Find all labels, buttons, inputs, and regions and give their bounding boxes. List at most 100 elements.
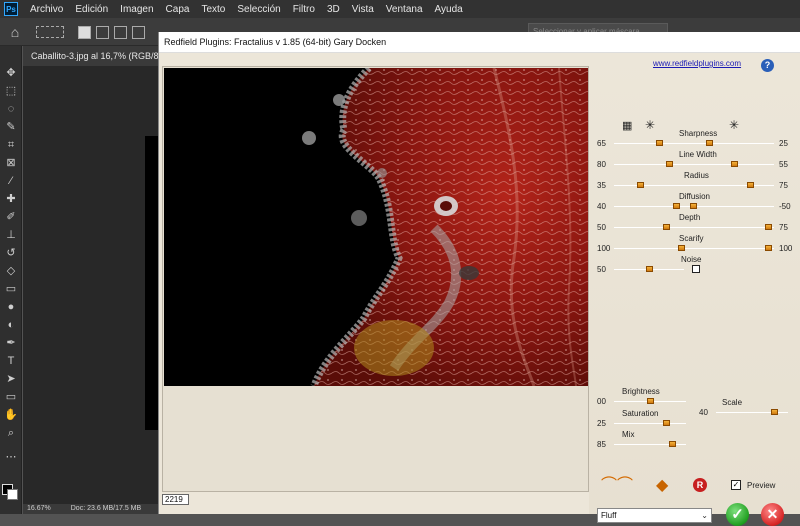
path-select-tool-icon[interactable]: ➤ xyxy=(3,372,19,386)
reset-r-icon[interactable]: R xyxy=(693,478,707,492)
arches-preset-icon[interactable]: ⌒⌒ xyxy=(601,478,633,494)
preview-label: Preview xyxy=(747,481,776,490)
scarify-right-slider-track[interactable] xyxy=(686,248,774,249)
add-selection-mode-icon[interactable] xyxy=(96,26,109,39)
line-width-label: Line Width xyxy=(679,150,717,159)
pen-tool-icon[interactable]: ✒ xyxy=(3,336,19,350)
marquee-tool-preset-icon[interactable] xyxy=(36,26,64,38)
menu-capa[interactable]: Capa xyxy=(160,4,196,15)
radius-right-slider-thumb[interactable] xyxy=(746,182,754,188)
zoom-value-field[interactable]: 2219 xyxy=(162,494,189,505)
menu-filtro[interactable]: Filtro xyxy=(287,4,321,15)
hand-tool-icon[interactable]: ✋ xyxy=(3,408,19,422)
menu-edicion[interactable]: Edición xyxy=(69,4,114,15)
preview-panel xyxy=(162,66,589,492)
preview-image[interactable] xyxy=(164,68,588,386)
menu-3d[interactable]: 3D xyxy=(321,4,346,15)
more-tools-icon[interactable]: ⋯ xyxy=(3,450,19,464)
clone-stamp-tool-icon[interactable]: ⊥ xyxy=(3,228,19,242)
cancel-button[interactable]: ✕ xyxy=(761,503,784,526)
website-link[interactable]: www.redfieldplugins.com xyxy=(653,59,741,68)
grid-pattern-icon[interactable]: ▦ xyxy=(622,120,632,132)
menu-imagen[interactable]: Imagen xyxy=(114,4,159,15)
diffusion-left-slider-thumb[interactable] xyxy=(672,203,680,209)
preset-select[interactable]: Fluff ⌄ xyxy=(597,508,712,523)
sharpness-right-slider-track[interactable] xyxy=(686,143,774,144)
menu-bar: Ps Archivo Edición Imagen Capa Texto Sel… xyxy=(0,0,800,18)
eyedropper-tool-icon[interactable]: ⁄ xyxy=(3,174,19,188)
scale-slider-thumb[interactable] xyxy=(771,409,779,415)
mix-slider-thumb[interactable] xyxy=(669,441,677,447)
rectangle-tool-icon[interactable]: ▭ xyxy=(3,390,19,404)
diffusion-label: Diffusion xyxy=(679,192,710,201)
sharpness-left-slider-thumb[interactable] xyxy=(656,140,664,146)
sharpness-right-slider-thumb[interactable] xyxy=(706,140,714,146)
scarify-right-value: 100 xyxy=(779,244,793,253)
noise-toggle-icon[interactable] xyxy=(692,265,700,273)
radius-left-value: 35 xyxy=(597,181,606,190)
move-tool-icon[interactable]: ✥ xyxy=(3,66,19,80)
preview-checkbox[interactable]: ✓ xyxy=(731,480,741,490)
noise-left-slider-thumb[interactable] xyxy=(645,266,653,272)
marquee-tool-icon[interactable]: ⬚ xyxy=(3,84,19,98)
crop-tool-icon[interactable]: ⌗ xyxy=(3,138,19,152)
eraser-tool-icon[interactable]: ◇ xyxy=(3,264,19,278)
help-icon[interactable]: ? xyxy=(761,59,774,72)
scarify-right-slider-thumb[interactable] xyxy=(765,245,773,251)
background-color-swatch[interactable] xyxy=(7,489,18,500)
radius-left-slider-thumb[interactable] xyxy=(636,182,644,188)
saturation-slider-thumb[interactable] xyxy=(662,420,670,426)
frame-tool-icon[interactable]: ⊠ xyxy=(3,156,19,170)
depth-right-slider-thumb[interactable] xyxy=(765,224,773,230)
status-doc-size: Doc: 23.6 MB/17.5 MB xyxy=(70,505,142,512)
new-selection-mode-icon[interactable] xyxy=(78,26,91,39)
diffusion-right-slider-track[interactable] xyxy=(686,206,774,207)
dodge-tool-icon[interactable]: ◐ xyxy=(3,318,19,332)
menu-archivo[interactable]: Archivo xyxy=(24,4,69,15)
type-tool-icon[interactable]: T xyxy=(3,354,19,368)
diffusion-left-value: 40 xyxy=(597,202,606,211)
status-zoom: 16.67% xyxy=(27,505,51,512)
menu-ayuda[interactable]: Ayuda xyxy=(429,4,469,15)
diffusion-right-slider-thumb[interactable] xyxy=(690,203,698,209)
depth-label: Depth xyxy=(679,213,701,222)
intersect-selection-mode-icon[interactable] xyxy=(132,26,145,39)
menu-texto[interactable]: Texto xyxy=(195,4,231,15)
menu-vista[interactable]: Vista xyxy=(346,4,380,15)
saturation-slider-track[interactable] xyxy=(614,423,686,424)
radius-right-slider-track[interactable] xyxy=(686,185,774,186)
scarify-left-slider-thumb[interactable] xyxy=(677,245,685,251)
radius-left-slider-track[interactable] xyxy=(614,185,686,186)
blur-tool-icon[interactable]: ● xyxy=(3,300,19,314)
menu-seleccion[interactable]: Selección xyxy=(231,4,286,15)
scarify-left-slider-track[interactable] xyxy=(614,248,686,249)
subtract-selection-mode-icon[interactable] xyxy=(114,26,127,39)
history-brush-tool-icon[interactable]: ↺ xyxy=(3,246,19,260)
brightness-slider-thumb[interactable] xyxy=(646,398,654,404)
burst-pattern-icon[interactable]: ✳ xyxy=(645,119,655,131)
line-width-left-value: 80 xyxy=(597,160,606,169)
brightness-label: Brightness xyxy=(622,387,660,396)
quick-select-tool-icon[interactable]: ✎ xyxy=(3,120,19,134)
line-width-left-slider-track[interactable] xyxy=(614,164,686,165)
depth-left-slider-thumb[interactable] xyxy=(662,224,670,230)
line-width-left-slider-thumb[interactable] xyxy=(666,161,673,167)
sharpness-right-value: 25 xyxy=(779,139,788,148)
depth-left-slider-track[interactable] xyxy=(614,227,686,228)
ok-button[interactable]: ✓ xyxy=(726,503,749,526)
healing-brush-tool-icon[interactable]: ✚ xyxy=(3,192,19,206)
menu-ventana[interactable]: Ventana xyxy=(380,4,429,15)
line-width-right-slider-thumb[interactable] xyxy=(730,161,738,167)
brush-tool-icon[interactable]: ✐ xyxy=(3,210,19,224)
diffusion-right-value: -50 xyxy=(779,202,791,211)
lasso-tool-icon[interactable]: ◌ xyxy=(3,102,19,116)
random-dice-icon[interactable]: ◆ xyxy=(656,478,668,494)
sharpness-left-slider-track[interactable] xyxy=(614,143,686,144)
gradient-tool-icon[interactable]: ▭ xyxy=(3,282,19,296)
home-icon[interactable]: ⌂ xyxy=(6,23,24,41)
depth-right-slider-track[interactable] xyxy=(686,227,774,228)
scarify-left-value: 100 xyxy=(597,244,611,253)
zoom-tool-icon[interactable]: ⌕ xyxy=(3,426,19,440)
star-pattern-icon[interactable]: ✳ xyxy=(729,119,739,131)
document-tab[interactable]: Caballito-3.jpg al 16,7% (RGB/8*) xyxy=(23,46,160,66)
